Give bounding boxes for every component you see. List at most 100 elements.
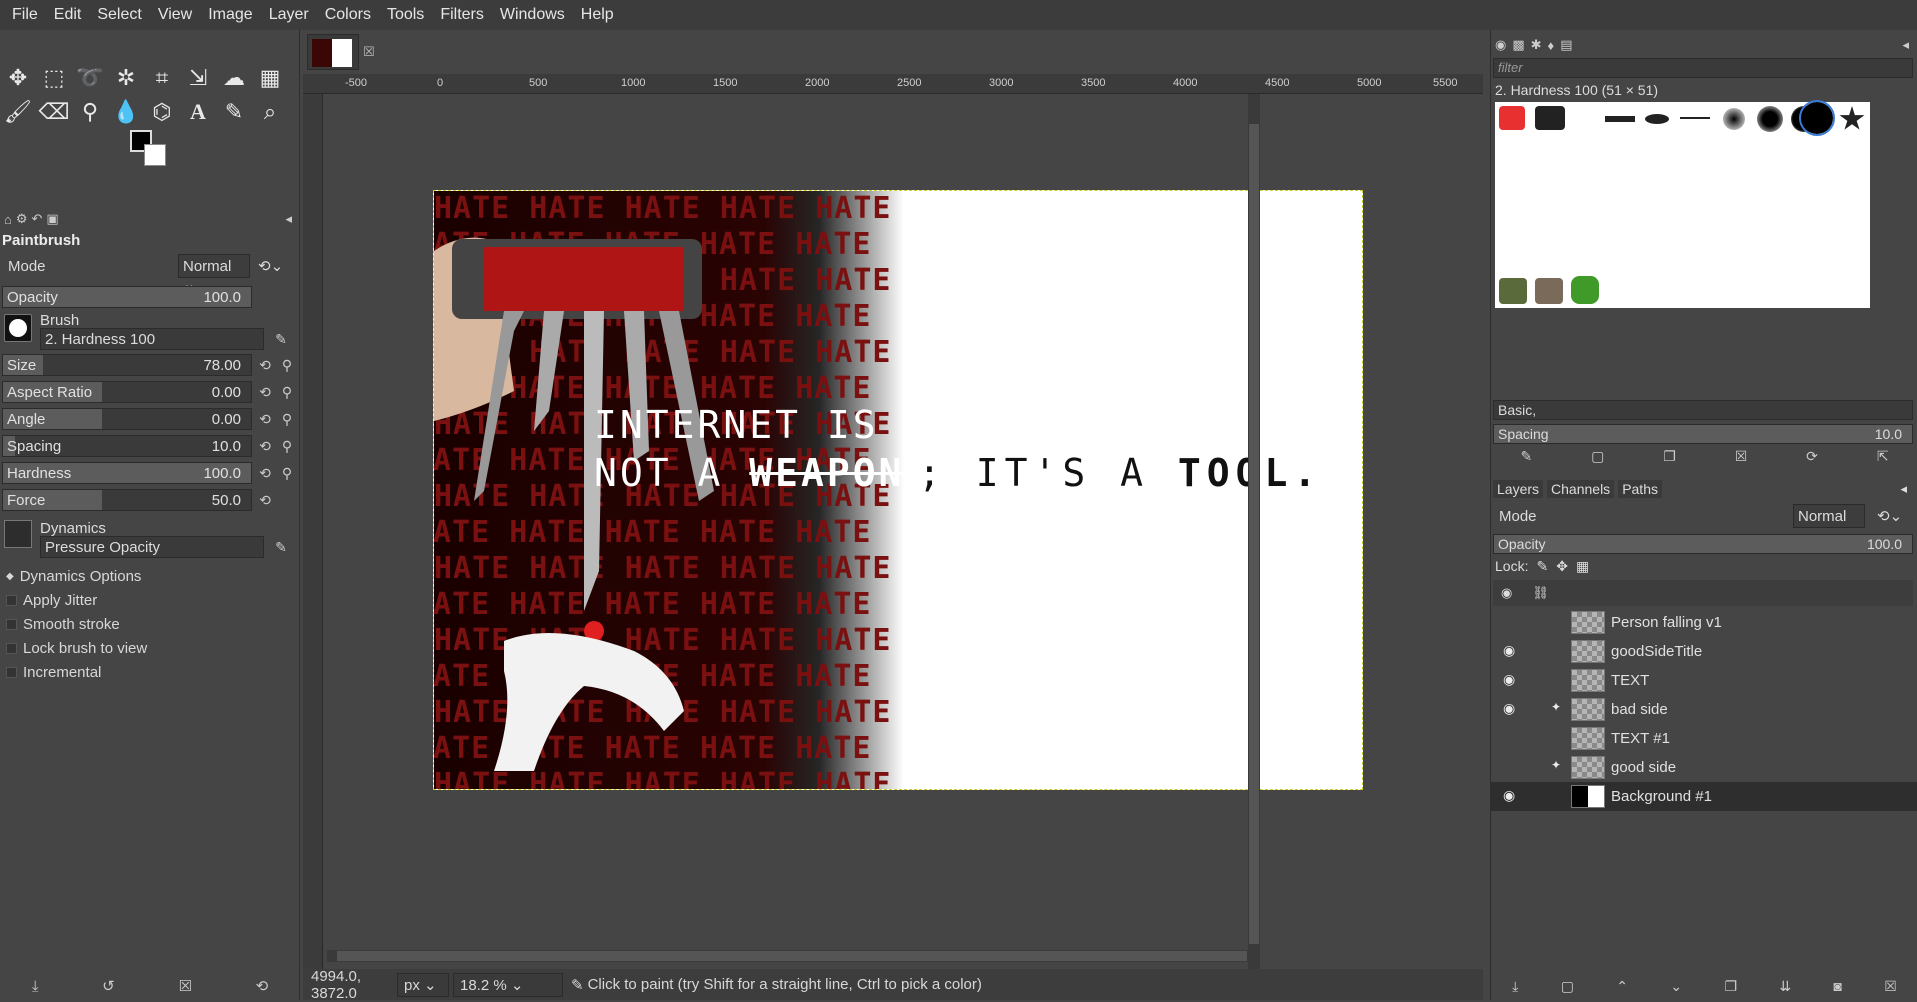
image-canvas[interactable]: HATE HATE HATE HATE HATE HATE HATE HATE …	[433, 190, 1363, 790]
patterns-tab-icon[interactable]: ▩	[1512, 37, 1524, 53]
layer-row[interactable]: ◉ goodSideTitle	[1491, 637, 1917, 666]
vertical-scrollbar[interactable]	[1248, 94, 1260, 974]
chain-icon[interactable]: ✦	[1551, 758, 1561, 772]
new-layer-icon[interactable]: ⤓	[1512, 978, 1518, 995]
paths-icon[interactable]: ⌬	[144, 94, 180, 130]
menu-select[interactable]: Select	[89, 0, 149, 30]
close-tab-icon[interactable]: ☒	[363, 44, 375, 60]
lasso-icon[interactable]: ➰	[72, 60, 108, 96]
horizontal-scrollbar[interactable]	[327, 950, 1257, 962]
menu-file[interactable]: File	[4, 0, 46, 30]
rect-select-icon[interactable]: ⬚	[36, 60, 72, 96]
dynamics-field[interactable]: Pressure Opacity	[40, 536, 264, 558]
mode-select[interactable]: Normal ⌄	[178, 254, 250, 293]
images-tab-icon[interactable]: ▣	[46, 211, 58, 227]
duplicate-layer-icon[interactable]: ❐	[1724, 978, 1737, 995]
brush-swatch[interactable]	[1645, 114, 1669, 124]
mask-layer-icon[interactable]: ◙	[1833, 978, 1841, 994]
configure-tab-icon[interactable]: ◂	[285, 211, 292, 227]
force-slider[interactable]: Force 50.0	[2, 489, 252, 511]
eye-icon[interactable]: ◉	[1503, 642, 1515, 659]
link-icon[interactable]: ⚲	[278, 383, 296, 401]
brush-spacing-slider[interactable]: Spacing 10.0	[1493, 424, 1913, 444]
device-status-tab-icon[interactable]: ⚙	[16, 211, 28, 227]
reset-icon[interactable]: ⟲	[256, 437, 274, 455]
eye-icon[interactable]: ◉	[1503, 787, 1515, 804]
brush-preview[interactable]	[4, 314, 32, 342]
brush-swatch[interactable]	[1535, 106, 1565, 130]
zoom-icon[interactable]: ⌕	[252, 94, 288, 130]
clone-icon[interactable]: ⚲	[72, 94, 108, 130]
fg-bg-color-selector[interactable]	[130, 130, 172, 172]
unified-transform-icon[interactable]: ⇲	[180, 60, 216, 96]
brush-swatch[interactable]	[1723, 108, 1745, 130]
brush-filter-input[interactable]: filter	[1493, 58, 1913, 78]
edit-brush-action-icon[interactable]: ✎	[1520, 448, 1532, 470]
eye-icon[interactable]: ◉	[1503, 671, 1515, 688]
brush-swatch[interactable]	[1499, 106, 1525, 130]
tab-layers[interactable]: Layers	[1493, 480, 1544, 498]
size-slider[interactable]: Size 78.00	[2, 354, 252, 376]
smudge-icon[interactable]: 💧	[108, 94, 144, 130]
spacing-slider[interactable]: Spacing 10.0	[2, 435, 252, 457]
duplicate-brush-icon[interactable]: ❐	[1663, 448, 1676, 470]
dynamics-preview[interactable]	[4, 520, 32, 548]
raise-layer-icon[interactable]: ⌃	[1616, 978, 1628, 995]
layer-opacity-slider[interactable]: Opacity 100.0	[1493, 534, 1913, 554]
delete-layer-icon[interactable]: ☒	[1884, 978, 1897, 995]
lower-layer-icon[interactable]: ⌄	[1670, 978, 1682, 995]
reset-icon[interactable]: ⟲	[256, 356, 274, 374]
open-brush-icon[interactable]: ⇱	[1877, 448, 1889, 470]
anchor-layer-icon[interactable]: ⇊	[1779, 978, 1791, 995]
layer-mode-reset-icon[interactable]: ⟲⌄	[1877, 507, 1902, 525]
tab-paths[interactable]: Paths	[1618, 480, 1662, 498]
move-tool-icon[interactable]: ✥	[0, 60, 36, 96]
save-options-icon[interactable]: ⤓	[32, 978, 39, 995]
edit-brush-icon[interactable]: ✎	[272, 330, 290, 348]
layer-row[interactable]: ✦ good side	[1491, 753, 1917, 782]
menu-view[interactable]: View	[150, 0, 200, 30]
brush-swatch[interactable]	[1757, 106, 1783, 132]
menu-help[interactable]: Help	[573, 0, 622, 30]
tab-channels[interactable]: Channels	[1547, 480, 1615, 498]
layer-row[interactable]: Person falling v1	[1491, 608, 1917, 637]
brush-swatch[interactable]	[1571, 276, 1599, 304]
grid-icon[interactable]: ▦	[252, 60, 288, 96]
incremental-check[interactable]: Incremental	[6, 664, 101, 681]
layers-configure-icon[interactable]: ◂	[1900, 481, 1907, 497]
undo-history-tab-icon[interactable]: ↶	[32, 211, 43, 227]
opacity-slider[interactable]: Opacity 100.0	[2, 286, 252, 308]
brushes-configure-icon[interactable]: ◂	[1902, 37, 1909, 53]
reset-options-icon[interactable]: ⟲	[256, 977, 269, 995]
apply-jitter-check[interactable]: Apply Jitter	[6, 592, 97, 609]
mode-reset-icon[interactable]: ⟲⌄	[258, 257, 283, 275]
brush-swatch[interactable]	[1839, 106, 1865, 130]
smooth-stroke-check[interactable]: Smooth stroke	[6, 616, 120, 633]
reset-icon[interactable]: ⟲	[256, 383, 274, 401]
layer-row[interactable]: ◉ ✦ bad side	[1491, 695, 1917, 724]
fonts-tab-icon[interactable]: ✱	[1531, 37, 1542, 53]
lock-pixels-icon[interactable]: ✎	[1536, 558, 1548, 575]
crop-icon[interactable]: ⌗	[144, 60, 180, 96]
brush-name-field[interactable]: 2. Hardness 100	[40, 328, 264, 350]
layer-row[interactable]: ◉ Background #1	[1491, 782, 1917, 811]
hardness-slider[interactable]: Hardness 100.0	[2, 462, 252, 484]
menu-layer[interactable]: Layer	[261, 0, 317, 30]
brushes-tab-icon[interactable]: ◉	[1495, 37, 1506, 53]
menu-colors[interactable]: Colors	[317, 0, 379, 30]
delete-brush-icon[interactable]: ☒	[1735, 448, 1748, 470]
eraser-icon[interactable]: ⌫	[36, 94, 72, 130]
brush-tag-field[interactable]: Basic,	[1493, 400, 1913, 420]
new-layer-group-icon[interactable]: ▢	[1561, 978, 1574, 995]
menu-tools[interactable]: Tools	[379, 0, 432, 30]
lock-brush-check[interactable]: Lock brush to view	[6, 640, 147, 657]
menu-filters[interactable]: Filters	[432, 0, 492, 30]
color-picker-icon[interactable]: ✎	[216, 94, 252, 130]
tool-options-tab-icon[interactable]: ⌂	[4, 212, 12, 227]
restore-options-icon[interactable]: ↺	[102, 977, 115, 995]
fuzzy-select-icon[interactable]: ✲	[108, 60, 144, 96]
link-icon[interactable]: ⚲	[278, 356, 296, 374]
reset-icon[interactable]: ⟲	[256, 491, 274, 509]
zoom-select[interactable]: 18.2 % ⌄	[453, 972, 563, 997]
dynamics-options-expander[interactable]: ◆ Dynamics Options	[6, 568, 141, 585]
